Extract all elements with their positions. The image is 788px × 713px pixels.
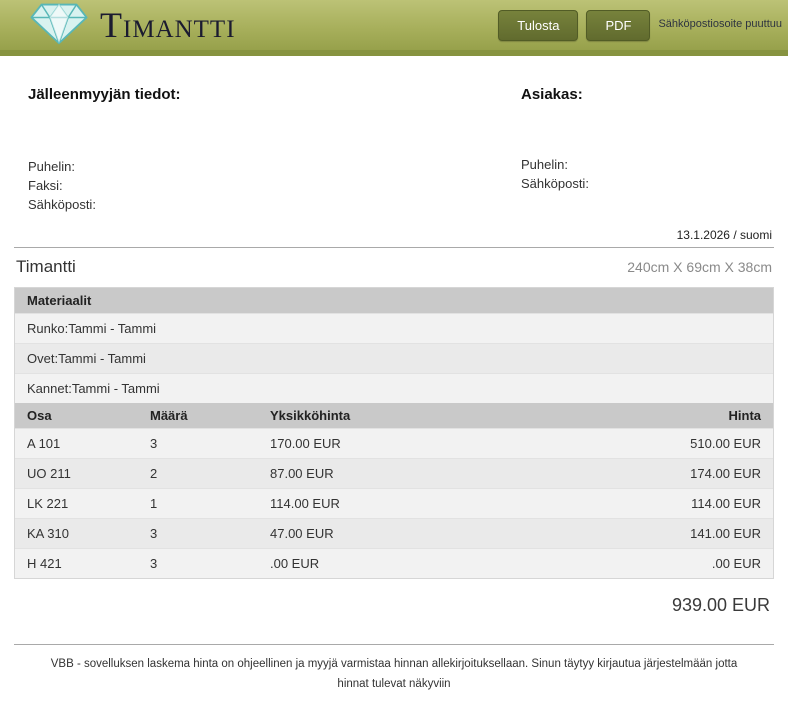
table-row: LK 221 1 114.00 EUR 114.00 EUR: [15, 489, 773, 519]
col-header-maara: Määrä: [138, 403, 258, 429]
pdf-button[interactable]: PDF: [586, 10, 650, 41]
table-row: UO 211 2 87.00 EUR 174.00 EUR: [15, 459, 773, 489]
part-price: 510.00 EUR: [608, 429, 773, 459]
parts-header-row: Osa Määrä Yksikköhinta Hinta: [15, 403, 773, 429]
part-qty: 3: [138, 429, 258, 459]
table-row: A 101 3 170.00 EUR 510.00 EUR: [15, 429, 773, 459]
customer-info: Asiakas: Puhelin: Sähköposti:: [521, 86, 774, 214]
product-name: Timantti: [16, 257, 76, 277]
part-price: .00 EUR: [608, 549, 773, 579]
dealer-info: Jälleenmyyjän tiedot: Puhelin: Faksi: Sä…: [14, 86, 521, 214]
brand-title: Timantti: [100, 7, 236, 43]
part-code: H 421: [15, 549, 138, 579]
part-unit-price: 114.00 EUR: [258, 489, 608, 519]
part-unit-price: .00 EUR: [258, 549, 608, 579]
part-unit-price: 170.00 EUR: [258, 429, 608, 459]
info-section: Jälleenmyyjän tiedot: Puhelin: Faksi: Sä…: [14, 86, 774, 214]
materials-table: Materiaalit Runko:Tammi - Tammi Ovet:Tam…: [14, 287, 774, 579]
table-row: H 421 3 .00 EUR .00 EUR: [15, 549, 773, 579]
part-qty: 3: [138, 519, 258, 549]
product-dimensions: 240cm X 69cm X 38cm: [627, 259, 772, 275]
dealer-fax-label: Faksi:: [28, 176, 521, 195]
main-content: Jälleenmyyjän tiedot: Puhelin: Faksi: Sä…: [0, 86, 788, 694]
part-unit-price: 87.00 EUR: [258, 459, 608, 489]
part-price: 174.00 EUR: [608, 459, 773, 489]
part-qty: 3: [138, 549, 258, 579]
brand-logo: Timantti: [28, 0, 236, 51]
total-price: 939.00 EUR: [14, 579, 774, 636]
email-missing-notice: Sähköpostiosoite puuttuu: [658, 18, 782, 31]
app-header: Timantti Tulosta PDF Sähköpostiosoite pu…: [0, 0, 788, 56]
page-footer: VBB - sovelluksen laskema hinta on ohjee…: [14, 644, 774, 694]
table-row: KA 310 3 47.00 EUR 141.00 EUR: [15, 519, 773, 549]
part-price: 141.00 EUR: [608, 519, 773, 549]
customer-heading: Asiakas:: [521, 86, 774, 103]
part-code: UO 211: [15, 459, 138, 489]
date-locale: 13.1.2026 / suomi: [14, 228, 774, 242]
part-unit-price: 47.00 EUR: [258, 519, 608, 549]
diamond-logo-icon: [28, 0, 90, 51]
part-code: A 101: [15, 429, 138, 459]
material-row: Runko:Tammi - Tammi: [15, 313, 773, 343]
part-price: 114.00 EUR: [608, 489, 773, 519]
col-header-osa: Osa: [15, 403, 138, 429]
col-header-yksikkohinta: Yksikköhinta: [258, 403, 608, 429]
materials-header: Materiaalit: [15, 288, 773, 313]
parts-table: Osa Määrä Yksikköhinta Hinta A 101 3 170…: [15, 403, 773, 578]
print-button[interactable]: Tulosta: [498, 10, 578, 41]
dealer-phone-label: Puhelin:: [28, 157, 521, 176]
customer-email-label: Sähköposti:: [521, 174, 774, 193]
dealer-email-label: Sähköposti:: [28, 195, 521, 214]
part-qty: 2: [138, 459, 258, 489]
part-code: KA 310: [15, 519, 138, 549]
dealer-heading: Jälleenmyyjän tiedot:: [28, 86, 521, 103]
customer-phone-label: Puhelin:: [521, 155, 774, 174]
material-row: Ovet:Tammi - Tammi: [15, 343, 773, 373]
part-qty: 1: [138, 489, 258, 519]
col-header-hinta: Hinta: [608, 403, 773, 429]
part-code: LK 221: [15, 489, 138, 519]
material-row: Kannet:Tammi - Tammi: [15, 373, 773, 403]
product-row: Timantti 240cm X 69cm X 38cm: [14, 248, 774, 287]
disclaimer-text: VBB - sovelluksen laskema hinta on ohjee…: [14, 645, 774, 694]
